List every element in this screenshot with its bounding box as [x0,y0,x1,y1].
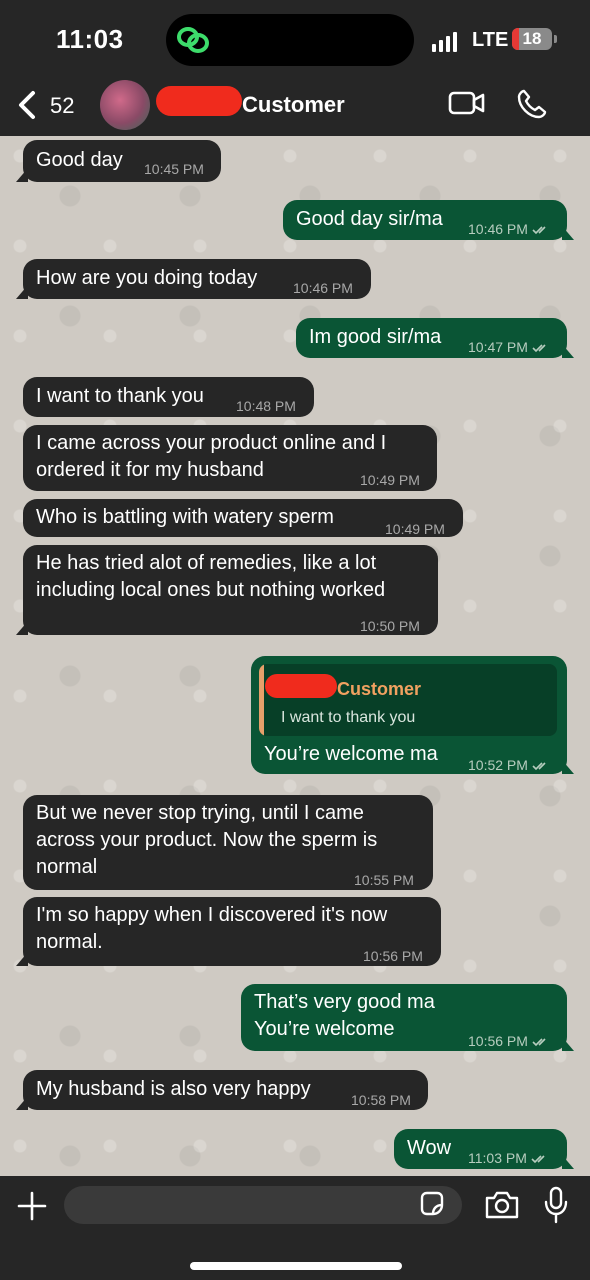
contact-name[interactable]: Customer [242,92,345,118]
message-time: 10:46 PM [468,216,550,243]
message-time-label: 10:52 PM [468,757,528,773]
battery-level: 18 [522,29,542,48]
message-bubble[interactable]: Wow 11:03 PM [394,1129,574,1172]
message-bubble[interactable]: But we never stop trying, until I came a… [23,795,433,890]
message-text: My husband is also very happy [36,1078,311,1100]
message-time: 10:56 PM [468,1028,550,1055]
message-time: 10:49 PM [385,521,445,537]
quote-accent-bar [259,664,264,736]
phone-icon[interactable] [516,88,548,120]
message-text: Good day [36,149,123,171]
message-bubble[interactable]: My husband is also very happy 10:58 PM [16,1070,428,1110]
redaction-mark [156,86,242,116]
bubble-tail [16,168,28,182]
status-time: 11:03 [56,24,124,54]
signal-icon [432,32,457,52]
message-time: 10:45 PM [144,161,204,177]
message-bubble[interactable]: I'm so happy when I discovered it's now … [16,897,441,966]
read-ticks-icon [532,226,546,235]
bubble-tail [562,760,574,774]
message-time-label: 11:03 PM [468,1150,527,1166]
message-text-line: I'm so happy when I discovered it's now [36,904,388,926]
message-time-label: 10:46 PM [468,221,528,237]
network-type: LTE [472,29,509,51]
message-time-label: 10:47 PM [468,339,528,355]
message-time-label: 10:56 PM [468,1033,528,1049]
message-bubble[interactable]: Good day sir/ma 10:46 PM [283,200,574,243]
message-input[interactable] [64,1186,462,1224]
back-unread-count[interactable]: 52 [50,93,74,119]
message-text: Who is battling with watery sperm [36,506,334,528]
microphone-icon[interactable] [544,1186,568,1224]
bubble-tail [16,621,28,635]
quote-text: I want to thank you [281,709,416,726]
message-time: 10:46 PM [293,280,353,296]
read-ticks-icon [532,762,546,771]
message-text: How are you doing today [36,267,258,289]
message-text-line: You’re welcome [254,1018,395,1040]
video-call-icon[interactable] [448,90,486,116]
home-indicator[interactable] [190,1262,402,1270]
message-text-line: normal. [36,931,103,953]
battery-icon: 18 [512,28,552,50]
message-text-line: That’s very good ma [254,991,435,1013]
plus-icon[interactable] [16,1190,48,1222]
chat-header: 52 Customer [0,80,590,136]
redaction-mark [265,674,337,698]
message-text: Good day sir/ma [296,208,443,230]
read-ticks-icon [532,344,546,353]
quoted-message[interactable]: Customer I want to thank you [259,664,557,736]
sticker-icon[interactable] [418,1190,446,1218]
message-text: I want to thank you [36,385,204,407]
message-time: 10:56 PM [363,948,423,964]
chat-area[interactable]: Good day 10:45 PM Good day sir/ma 10:46 … [0,136,590,1176]
message-time: 10:52 PM [468,752,550,779]
camera-icon[interactable] [484,1190,520,1220]
dynamic-island [166,14,414,66]
message-time: 10:48 PM [236,398,296,414]
message-bubble[interactable]: Im good sir/ma 10:47 PM [296,318,574,361]
status-bar: 11:03 LTE 18 [0,0,590,80]
message-bubble-reply[interactable]: Customer I want to thank you You’re welc… [251,656,574,774]
message-bubble[interactable]: Good day 10:45 PM [16,140,221,182]
message-time: 10:50 PM [360,618,420,634]
message-time: 10:47 PM [468,334,550,361]
bubble-tail [562,1037,574,1051]
message-text: Wow [407,1137,452,1159]
battery-cap [554,35,557,43]
bubble-tail [562,226,574,240]
message-text-line: ordered it for my husband [36,459,264,481]
message-text-line: including local ones but nothing worked [36,579,386,601]
message-bubble[interactable]: He has tried alot of remedies, like a lo… [16,545,438,635]
message-text-line: across your product. Now the sperm is [36,829,378,851]
message-bubble[interactable]: Who is battling with watery sperm 10:49 … [23,499,463,537]
bubble-tail [562,344,574,358]
bubble-tail [562,1155,574,1169]
message-time: 10:55 PM [354,872,414,888]
quote-author: Customer [337,679,422,699]
message-text-line: I came across your product online and I [36,432,387,454]
message-text-line: But we never stop trying, until I came [36,802,364,824]
bubble-tail [16,1096,28,1110]
bubble-tail [16,285,28,299]
message-text: You’re welcome ma [264,743,438,765]
message-bubble[interactable]: I came across your product online and I … [23,425,437,491]
avatar[interactable] [100,80,150,130]
message-time: 10:58 PM [351,1092,411,1108]
chevron-left-icon[interactable] [16,90,38,120]
link-activity-icon [177,27,209,53]
message-bubble[interactable]: How are you doing today 10:46 PM [16,259,371,299]
read-ticks-icon [532,1038,546,1047]
message-text: Im good sir/ma [309,326,442,348]
message-text-line: He has tried alot of remedies, like a lo… [36,552,377,574]
bubble-tail [16,952,28,966]
message-time: 11:03 PM [468,1145,549,1172]
read-ticks-icon [531,1155,545,1164]
message-bubble[interactable]: I want to thank you 10:48 PM [23,377,314,417]
message-text-line: normal [36,856,98,878]
message-bubble[interactable]: That’s very good ma You’re welcome 10:56… [241,984,574,1051]
message-time: 10:49 PM [360,472,420,488]
